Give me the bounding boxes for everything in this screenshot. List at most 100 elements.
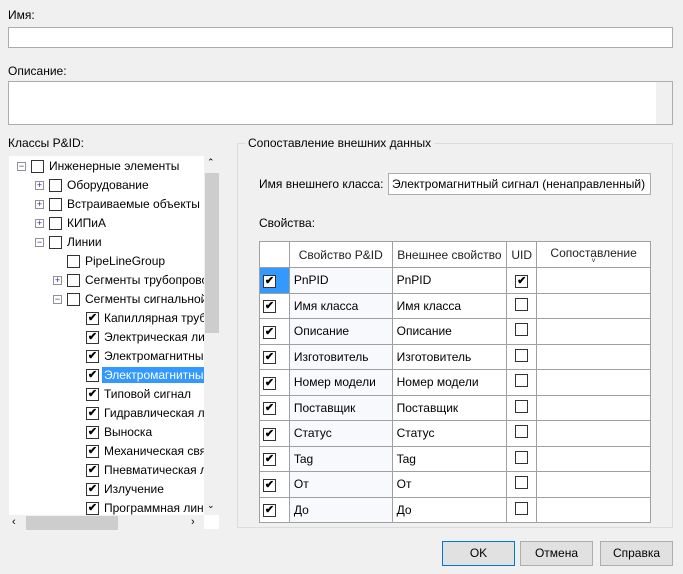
row-check-cell[interactable]: ✔ bbox=[259, 445, 290, 472]
uid-checkbox[interactable] bbox=[515, 348, 529, 362]
uid-cell[interactable] bbox=[506, 318, 538, 345]
col-check[interactable] bbox=[259, 241, 290, 268]
tree-item-label[interactable]: Пневматическая линия bbox=[102, 462, 219, 478]
uid-checkbox[interactable] bbox=[515, 501, 529, 515]
tree-vertical-scrollbar[interactable]: ⌃ ⌄ bbox=[204, 155, 220, 515]
external-property-cell[interactable]: Номер модели bbox=[391, 369, 508, 396]
tree-item-label[interactable]: Встраиваемые объекты bbox=[65, 196, 202, 212]
row-include-checkbox[interactable]: ✔ bbox=[263, 478, 276, 492]
table-row[interactable]: ✔ Номер модели Номер модели bbox=[259, 369, 651, 396]
tree-item[interactable]: Инженерные элементы bbox=[31, 157, 181, 175]
tree-item[interactable]: Линии bbox=[49, 233, 104, 251]
table-row[interactable]: ✔ Изготовитель Изготовитель bbox=[259, 343, 651, 370]
mapping-cell[interactable] bbox=[536, 420, 651, 447]
tree-item-checkbox[interactable] bbox=[67, 254, 80, 268]
row-include-checkbox[interactable]: ✔ bbox=[263, 351, 276, 365]
mapping-cell[interactable] bbox=[536, 292, 651, 319]
tree-item-label[interactable]: Электромагнитный bbox=[102, 367, 213, 383]
table-row[interactable]: ✔ Поставщик Поставщик bbox=[259, 394, 651, 421]
external-property-cell[interactable]: Поставщик bbox=[391, 394, 508, 421]
tree-item[interactable]: ✔ Электромагнитный bbox=[86, 366, 213, 384]
external-property-cell[interactable]: До bbox=[391, 496, 508, 523]
tree-item-checkbox[interactable]: ✔ bbox=[86, 425, 99, 439]
row-include-checkbox[interactable]: ✔ bbox=[263, 325, 276, 339]
uid-checkbox[interactable]: ✔ bbox=[515, 274, 529, 288]
row-include-checkbox[interactable]: ✔ bbox=[263, 376, 276, 390]
scroll-thumb[interactable] bbox=[205, 173, 219, 333]
row-include-checkbox[interactable]: ✔ bbox=[263, 453, 276, 467]
scroll-up-icon[interactable]: ⌃ bbox=[207, 157, 215, 168]
external-property-cell[interactable]: Статус bbox=[391, 420, 508, 447]
tree-item-label[interactable]: Гидравлическая линия bbox=[102, 405, 219, 421]
uid-cell[interactable] bbox=[506, 420, 538, 447]
tree-item[interactable]: ✔ Гидравлическая линия bbox=[86, 404, 219, 422]
uid-cell[interactable] bbox=[506, 292, 538, 319]
uid-checkbox[interactable] bbox=[515, 450, 529, 464]
uid-checkbox[interactable] bbox=[515, 374, 529, 388]
tree-item-checkbox[interactable] bbox=[49, 197, 62, 211]
external-property-cell[interactable]: Имя класса bbox=[391, 292, 508, 319]
mapping-cell[interactable] bbox=[536, 471, 651, 498]
row-check-cell[interactable]: ✔ bbox=[259, 420, 290, 447]
row-include-checkbox[interactable]: ✔ bbox=[263, 504, 276, 518]
scroll-down-icon[interactable]: ⌄ bbox=[207, 500, 215, 511]
tree-item[interactable]: ✔ Электрическая линия bbox=[86, 328, 219, 346]
scroll-right-icon[interactable]: › bbox=[191, 516, 195, 528]
external-property-cell[interactable]: От bbox=[391, 471, 508, 498]
tree-item-checkbox[interactable] bbox=[49, 235, 62, 249]
row-check-cell[interactable]: ✔ bbox=[259, 292, 290, 319]
row-check-cell[interactable]: ✔ bbox=[259, 394, 290, 421]
tree-item-checkbox[interactable] bbox=[31, 159, 44, 173]
row-check-cell[interactable]: ✔ bbox=[259, 471, 290, 498]
scroll-left-icon[interactable]: ‹ bbox=[12, 516, 16, 528]
mapping-cell[interactable] bbox=[536, 267, 651, 294]
tree-item-checkbox[interactable]: ✔ bbox=[86, 368, 99, 382]
tree-item-checkbox[interactable] bbox=[49, 178, 62, 192]
row-check-cell[interactable]: ✔ bbox=[259, 318, 290, 345]
tree-item-label[interactable]: Сегменты трубопровода bbox=[83, 272, 219, 288]
table-row[interactable]: ✔ PnPID PnPID ✔ bbox=[259, 267, 651, 294]
uid-checkbox[interactable] bbox=[515, 425, 529, 439]
external-class-input[interactable] bbox=[388, 173, 651, 195]
uid-checkbox[interactable] bbox=[515, 297, 529, 311]
uid-checkbox[interactable] bbox=[515, 476, 529, 490]
row-include-checkbox[interactable]: ✔ bbox=[263, 402, 276, 416]
table-row[interactable]: ✔ От От bbox=[259, 471, 651, 498]
tree-item-checkbox[interactable]: ✔ bbox=[86, 406, 99, 420]
uid-cell[interactable] bbox=[506, 343, 538, 370]
row-include-checkbox[interactable]: ✔ bbox=[263, 274, 276, 288]
uid-cell[interactable] bbox=[506, 496, 538, 523]
tree-item[interactable]: Встраиваемые объекты bbox=[49, 195, 202, 213]
external-property-cell[interactable]: PnPID bbox=[391, 267, 508, 294]
table-row[interactable]: ✔ До До bbox=[259, 496, 651, 523]
tree-item-checkbox[interactable]: ✔ bbox=[86, 330, 99, 344]
uid-cell[interactable] bbox=[506, 394, 538, 421]
row-check-cell[interactable]: ✔ bbox=[259, 496, 290, 523]
tree-item-label[interactable]: Электромагнитный bbox=[102, 348, 212, 364]
tree-item-checkbox[interactable]: ✔ bbox=[86, 482, 99, 496]
col-uid[interactable]: UID bbox=[506, 241, 538, 268]
tree-item[interactable]: ✔ Капиллярная трубка bbox=[86, 309, 219, 327]
collapse-icon[interactable]: − bbox=[17, 162, 26, 171]
tree-item-label[interactable]: Типовой сигнал bbox=[102, 386, 193, 402]
help-button[interactable]: Справка bbox=[600, 541, 673, 566]
tree-item-checkbox[interactable]: ✔ bbox=[86, 311, 99, 325]
tree-item[interactable]: ✔Пневматическая линия bbox=[86, 461, 219, 479]
table-row[interactable]: ✔ Имя класса Имя класса bbox=[259, 292, 651, 319]
tree-horizontal-scrollbar[interactable]: ‹ › bbox=[8, 515, 204, 531]
tree-item[interactable]: ✔ Выноска bbox=[86, 423, 154, 441]
mapping-cell[interactable] bbox=[536, 496, 651, 523]
cancel-button[interactable]: Отмена bbox=[520, 541, 593, 566]
tree-item-checkbox[interactable] bbox=[49, 216, 62, 230]
row-include-checkbox[interactable]: ✔ bbox=[263, 427, 276, 441]
tree-item-checkbox[interactable]: ✔ bbox=[86, 349, 99, 363]
row-check-cell[interactable]: ✔ bbox=[259, 267, 290, 294]
col-external-property[interactable]: Внешнее свойство bbox=[391, 241, 508, 268]
tree-item-label[interactable]: Излучение bbox=[102, 481, 166, 497]
row-include-checkbox[interactable]: ✔ bbox=[263, 300, 276, 314]
col-pid-property[interactable]: Свойство P&ID bbox=[288, 241, 393, 268]
external-property-cell[interactable]: Описание bbox=[391, 318, 508, 345]
uid-cell[interactable]: ✔ bbox=[506, 267, 538, 294]
row-check-cell[interactable]: ✔ bbox=[259, 343, 290, 370]
table-row[interactable]: ✔ Описание Описание bbox=[259, 318, 651, 345]
